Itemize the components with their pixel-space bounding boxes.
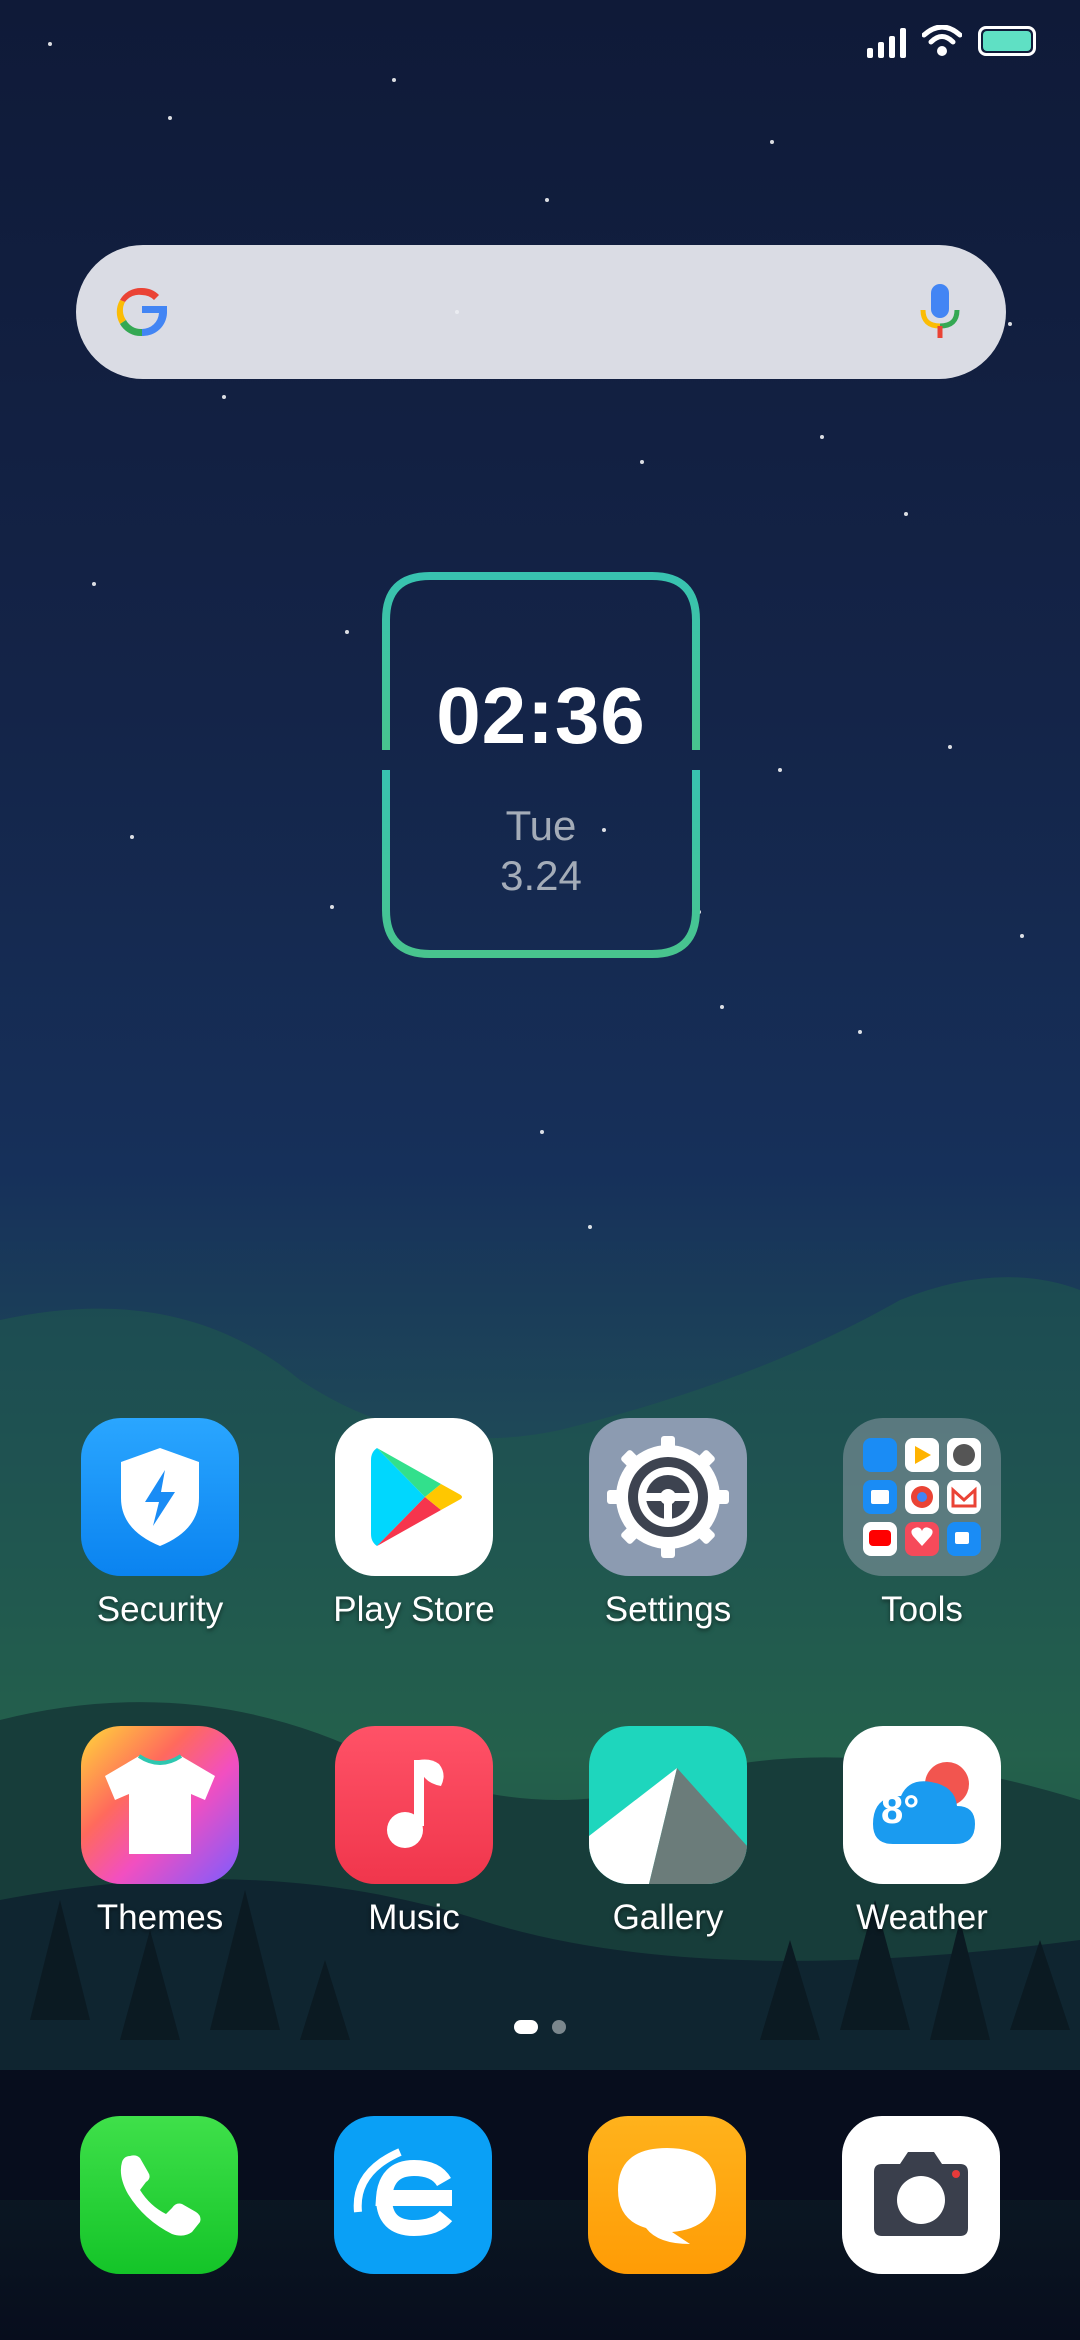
clock-date: 3.24 (500, 852, 582, 899)
messages-icon (618, 2148, 716, 2244)
page-dot-active[interactable] (514, 2020, 538, 2034)
clock-time: 02:36 (436, 671, 646, 760)
phone-icon (120, 2155, 201, 2236)
play-store-icon (335, 1418, 493, 1576)
page-dot[interactable] (552, 2020, 566, 2034)
app-label: Play Store (333, 1590, 495, 1629)
app-label: Themes (96, 1898, 224, 1937)
folder-icon (843, 1418, 1001, 1576)
status-bar (867, 24, 1036, 58)
wallpaper-landscape (0, 1277, 1080, 2200)
dock-browser[interactable] (334, 2116, 492, 2274)
dock-camera[interactable] (842, 2116, 1000, 2274)
page-indicator[interactable] (0, 2020, 1080, 2034)
app-label: Tools (881, 1590, 963, 1629)
battery-icon (978, 26, 1036, 56)
app-label: Gallery (612, 1898, 724, 1937)
dock-phone[interactable] (80, 2116, 238, 2274)
app-label: Music (368, 1898, 460, 1937)
app-themes[interactable]: Themes (50, 1726, 270, 1938)
mic-icon[interactable] (918, 280, 962, 344)
music-note-icon (335, 1726, 493, 1884)
tshirt-icon (81, 1726, 239, 1884)
google-g-icon (116, 287, 167, 337)
app-label: Settings (604, 1590, 732, 1629)
weather-temp: 8° (881, 1788, 920, 1832)
clock-widget[interactable]: 02:36 Tue 3.24 (380, 570, 702, 960)
camera-icon (874, 2152, 968, 2236)
mountain-icon (589, 1726, 747, 1884)
app-music[interactable]: Music (304, 1726, 524, 1938)
app-tools-folder[interactable]: Tools (812, 1418, 1032, 1630)
app-play-store[interactable]: Play Store (304, 1418, 524, 1630)
browser-icon (353, 2148, 453, 2237)
clock-day: Tue (505, 802, 577, 849)
wifi-icon (922, 25, 962, 56)
app-gallery[interactable]: Gallery (558, 1726, 778, 1938)
shield-bolt-icon (81, 1418, 239, 1576)
gear-icon (589, 1418, 747, 1576)
clock-frame (382, 572, 700, 958)
app-weather[interactable]: 8° Weather (812, 1726, 1032, 1938)
app-label: Security (96, 1590, 224, 1629)
dock-messages[interactable] (588, 2116, 746, 2274)
app-settings[interactable]: Settings (558, 1418, 778, 1630)
app-label: Weather (856, 1898, 988, 1937)
signal-icon (867, 24, 906, 58)
google-search-bar[interactable] (76, 245, 1006, 379)
app-security[interactable]: Security (50, 1418, 270, 1630)
cloud-sun-icon: 8° (843, 1726, 1001, 1884)
